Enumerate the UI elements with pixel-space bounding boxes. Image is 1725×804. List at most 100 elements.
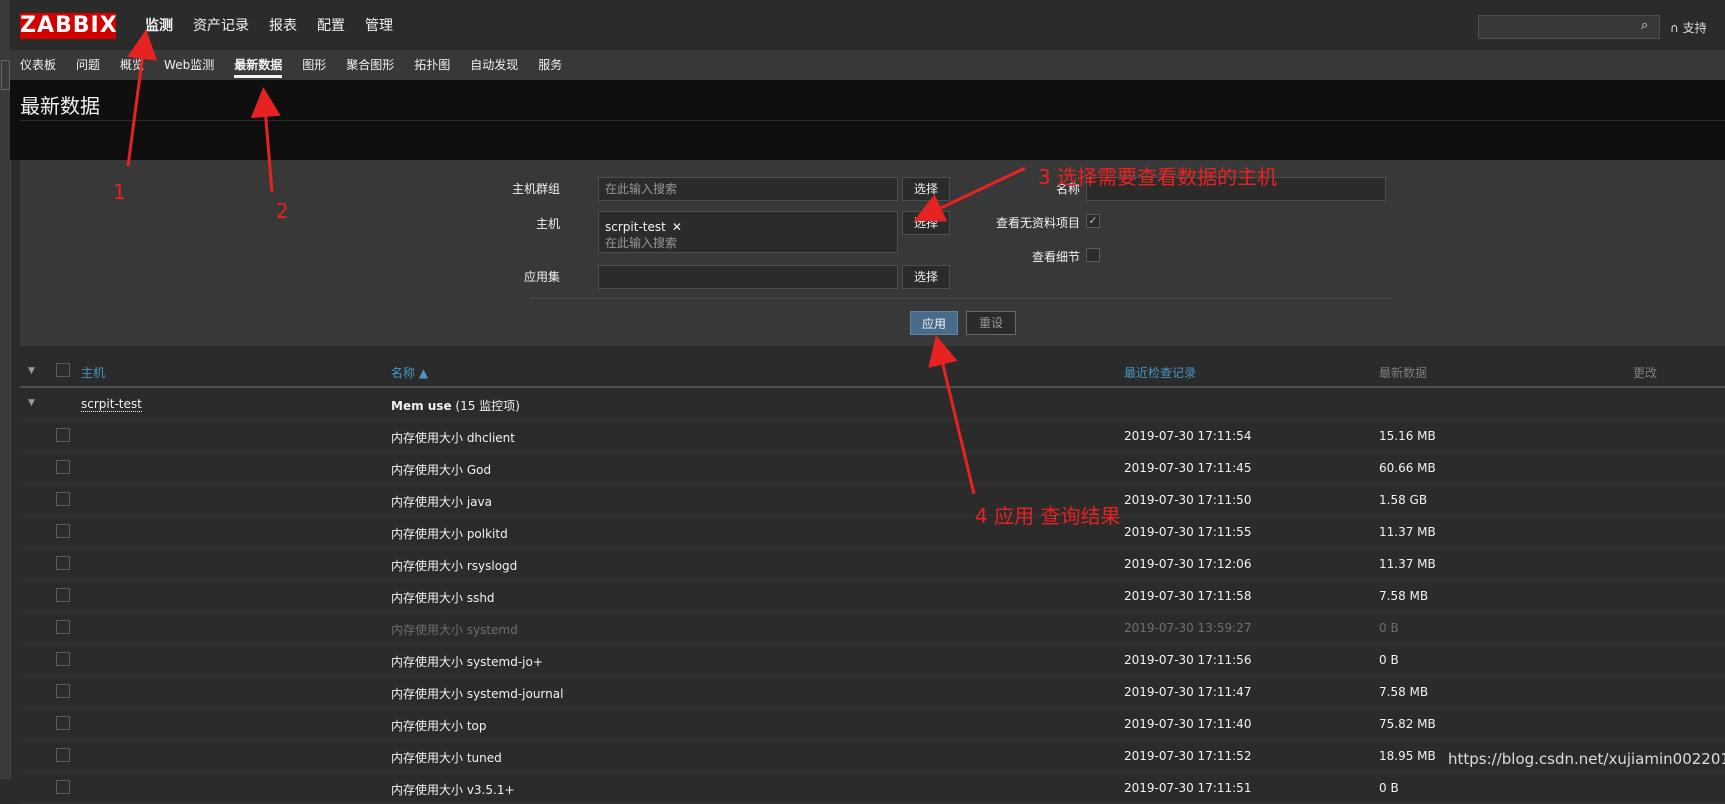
row-checkbox[interactable] [56,556,70,570]
watermark: https://blog.csdn.net/xujiamin0022016 [1448,750,1725,768]
annotation-2: 2 [276,199,289,223]
filter-divider [530,298,1392,299]
search-icon[interactable]: ⌕ [1641,19,1655,33]
host-label: 主机 [535,217,560,231]
subnav-maps[interactable]: 拓扑图 [404,50,460,80]
latest-data-table: ▼ 主机 名称 ▲ 最近检查记录 最新数据 更改 ▼ scrpit-test M… [20,356,1725,804]
subnav-discovery[interactable]: 自动发现 [460,50,528,80]
show-details-checkbox[interactable] [1086,248,1100,262]
annotation-3: 3 选择需要查看数据的主机 [1038,165,1278,189]
item-last-value: 11.37 MB [1379,525,1436,539]
item-last-check: 2019-07-30 17:11:40 [1124,717,1252,731]
menu-configuration[interactable]: 配置 [307,0,355,50]
item-name: 内存使用大小 top [391,719,487,733]
subnav-problems[interactable]: 问题 [66,50,110,80]
side-tab[interactable] [1,60,10,90]
page-title: 最新数据 [20,94,100,118]
row-checkbox[interactable] [56,748,70,762]
item-last-check: 2019-07-30 17:11:47 [1124,685,1252,699]
host-search-placeholder: 在此输入搜索 [605,236,678,250]
item-last-value: 11.37 MB [1379,557,1436,571]
menu-reports[interactable]: 报表 [259,0,307,50]
subnav-services[interactable]: 服务 [528,50,572,80]
item-last-check: 2019-07-30 17:11:51 [1124,781,1252,795]
item-name: 内存使用大小 java [391,495,492,509]
subnav-overview[interactable]: 概览 [110,50,154,80]
column-last-check[interactable]: 最近检查记录 [1124,364,1196,381]
item-name: 内存使用大小 systemd-jo+ [391,655,543,669]
select-all-checkbox[interactable] [56,363,70,377]
item-name: 内存使用大小 tuned [391,751,502,765]
table-row: 内存使用大小 polkitd 2019-07-30 17:11:55 11.37 M… [20,516,1725,548]
show-no-data-checkbox[interactable]: ✓ [1086,214,1100,228]
table-row: 内存使用大小 systemd 2019-07-30 13:59:27 0 B [20,612,1725,644]
item-name: 内存使用大小 v3.5.1+ [391,783,515,797]
zabbix-logo[interactable]: ZABBIX [20,13,117,39]
application-select-button[interactable]: 选择 [902,265,950,289]
application-input[interactable] [598,265,898,289]
support-link[interactable]: ∩ 支持 [1670,19,1707,36]
table-row: 内存使用大小 top 2019-07-30 17:11:40 75.82 MB [20,708,1725,740]
table-row: 内存使用大小 dhclient 2019-07-30 17:11:54 15.16 … [20,420,1725,452]
row-checkbox[interactable] [56,588,70,602]
item-last-value: 0 B [1379,621,1399,635]
column-name[interactable]: 名称 ▲ [391,364,428,381]
item-last-check: 2019-07-30 17:11:52 [1124,749,1252,763]
header-divider [20,120,1725,121]
host-group-select-button[interactable]: 选择 [902,177,950,201]
menu-monitoring[interactable]: 监测 [135,0,183,50]
host-multiselect[interactable]: scrpit-test ✕ 在此输入搜索 [598,211,898,253]
table-row: 内存使用大小 java 2019-07-30 17:11:50 1.58 GB [20,484,1725,516]
item-name: 内存使用大小 dhclient [391,431,515,445]
global-search-input[interactable]: ⌕ [1478,15,1660,39]
host-select-button[interactable]: 选择 [902,211,950,235]
subnav-web[interactable]: Web监测 [154,50,224,80]
application-label: 应用集 [523,270,560,284]
apply-button[interactable]: 应用 [910,311,958,335]
row-checkbox[interactable] [56,652,70,666]
item-name: 内存使用大小 God [391,463,492,477]
item-last-value: 60.66 MB [1379,461,1436,475]
menu-inventory[interactable]: 资产记录 [183,0,259,50]
row-checkbox[interactable] [56,524,70,538]
row-checkbox[interactable] [56,684,70,698]
item-last-check: 2019-07-30 17:11:50 [1124,493,1252,507]
item-last-check: 2019-07-30 17:11:56 [1124,653,1252,667]
subnav-dashboard[interactable]: 仪表板 [10,50,66,80]
row-checkbox[interactable] [56,428,70,442]
filter-panel: 主机群组 在此输入搜索 选择 主机 scrpit-test ✕ 在此输入搜索 选择… [20,160,1725,346]
application-group: Mem use (15 监控项) [391,397,520,414]
item-last-check: 2019-07-30 13:59:27 [1124,621,1252,635]
row-checkbox[interactable] [56,716,70,730]
subnav-screens[interactable]: 聚合图形 [336,50,404,80]
support-label: 支持 [1682,21,1707,35]
subnav-graphs[interactable]: 图形 [292,50,336,80]
application-name: Mem use [391,399,452,413]
table-row: 内存使用大小 rsyslogd 2019-07-30 17:12:06 11.37 … [20,548,1725,580]
show-details-label: 查看细节 [1031,250,1080,264]
reset-button[interactable]: 重设 [966,311,1016,335]
item-name: 内存使用大小 systemd [391,623,518,637]
table-row: 内存使用大小 God 2019-07-30 17:11:45 60.66 MB [20,452,1725,484]
row-checkbox[interactable] [56,492,70,506]
item-name: 内存使用大小 systemd-journal [391,687,564,701]
row-checkbox[interactable] [56,460,70,474]
host-group-row: ▼ scrpit-test Mem use (15 监控项) [20,388,1725,420]
collapse-all-icon[interactable]: ▼ [28,366,35,376]
column-host[interactable]: 主机 [81,364,105,381]
host-group-input[interactable]: 在此输入搜索 [598,177,898,201]
item-last-value: 75.82 MB [1379,717,1436,731]
row-checkbox[interactable] [56,780,70,794]
annotation-4: 4 应用 查询结果 [975,504,1121,528]
item-last-value: 0 B [1379,781,1399,795]
host-group-label: 主机群组 [511,182,560,196]
item-last-check: 2019-07-30 17:11:54 [1124,429,1252,443]
top-nav: ZABBIX 监测 资产记录 报表 配置 管理 ⌕ ∩ 支持 [10,0,1725,50]
subnav-latest-data[interactable]: 最新数据 [224,50,292,80]
row-checkbox[interactable] [56,620,70,634]
table-row: 内存使用大小 sshd 2019-07-30 17:11:58 7.58 MB [20,580,1725,612]
host-name-link[interactable]: scrpit-test [81,397,142,412]
table-row: 内存使用大小 v3.5.1+ 2019-07-30 17:11:51 0 B [20,772,1725,804]
collapse-host-icon[interactable]: ▼ [28,398,35,408]
menu-administration[interactable]: 管理 [355,0,403,50]
